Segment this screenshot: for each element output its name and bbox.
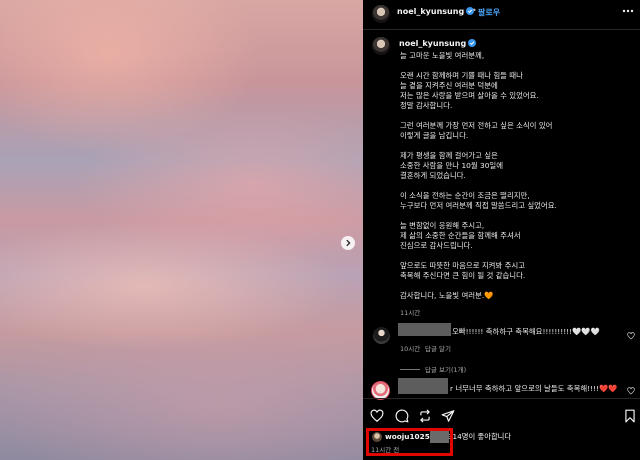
caption-line: 누구보다 먼저 여러분께 직접 말씀드리고 싶었어요. bbox=[400, 201, 557, 210]
caption-paragraph: 늘 변함없이 응원해 주시고, 제 삶의 소중한 순간들을 함께해 주셔서 진심… bbox=[400, 221, 630, 251]
caption-paragraph: 이 소식을 전하는 순간이 조금은 떨리지만, 누구보다 먼저 여러분께 직접 … bbox=[400, 191, 630, 211]
view-replies-button[interactable]: 답글 보기(1개) bbox=[425, 364, 466, 374]
red-heart-icon: ❤️❤️ bbox=[599, 384, 618, 393]
author-username[interactable]: noel_kyunsung bbox=[397, 7, 475, 16]
comment-like-heart-icon[interactable] bbox=[627, 387, 635, 395]
caption-line: 제 삶의 소중한 순간들을 함께해 주셔서 bbox=[400, 231, 521, 240]
caption-author-avatar[interactable] bbox=[372, 37, 390, 55]
caption-paragraph: 앞으로도 따뜻한 마음으로 지켜봐 주시고 축복해 주신다면 큰 힘이 될 것 … bbox=[400, 261, 630, 281]
view-replies-line bbox=[400, 369, 420, 370]
caption-line: 정말 감사합니다. bbox=[400, 101, 453, 110]
header-divider bbox=[363, 29, 640, 30]
caption-closing: 감사합니다, 노을빛 여러분.🧡 bbox=[400, 291, 630, 301]
reply-button[interactable]: 답글 달기 bbox=[425, 343, 451, 353]
caption-username-text[interactable]: noel_kyunsung bbox=[399, 39, 466, 48]
caption-paragraph: 오랜 시간 함께하며 기쁠 때나 힘들 때나 늘 곁을 지켜주신 여러분 덕분에… bbox=[400, 71, 630, 111]
caption-paragraph: 늘 고마운 노을빛 여러분께, bbox=[400, 51, 630, 61]
header-separator: • bbox=[472, 6, 477, 15]
comment-text-body: r 너무너무 축하하고 앞으로의 날들도 축복해!!!! bbox=[450, 384, 600, 393]
post-photo bbox=[0, 0, 363, 460]
bookmark-icon[interactable] bbox=[623, 409, 637, 423]
repost-icon[interactable] bbox=[418, 409, 432, 423]
caption-line: 앞으로도 따뜻한 마음으로 지켜봐 주시고 bbox=[400, 261, 525, 270]
caption-line: 진심으로 감사드립니다. bbox=[400, 241, 473, 250]
like-heart-icon[interactable] bbox=[370, 409, 384, 423]
actions-divider bbox=[363, 398, 640, 399]
caption-line: 축복해 주신다면 큰 힘이 될 것 같습니다. bbox=[400, 271, 526, 280]
orange-heart-icon: 🧡 bbox=[484, 291, 494, 300]
caption-paragraph: 제가 평생을 함께 걸어가고 싶은 소중한 사람을 만나 10월 30일에 결혼… bbox=[400, 151, 630, 181]
comment-text: 오빠!!!!!! 축하하구 축복해요!!!!!!!!!!🤍🤍🤍 bbox=[452, 327, 600, 336]
author-avatar[interactable] bbox=[372, 5, 390, 23]
chevron-right-icon bbox=[346, 239, 351, 247]
redacted-username bbox=[398, 378, 448, 394]
caption-closing-text: 감사합니다, 노을빛 여러분. bbox=[400, 291, 485, 300]
caption-username[interactable]: noel_kyunsung bbox=[399, 39, 477, 48]
send-paper-plane-icon[interactable] bbox=[441, 409, 455, 423]
caption-line: 저는 많은 사랑을 받으며 살아올 수 있었어요. bbox=[400, 91, 539, 100]
caption-line: 그런 여러분께 가장 먼저 전하고 싶은 소식이 있어 bbox=[400, 121, 553, 130]
author-username-text[interactable]: noel_kyunsung bbox=[397, 7, 464, 16]
post-side-panel: noel_kyunsung • 팔로우 noel_kyunsung 늘 고마운 … bbox=[363, 0, 640, 460]
redacted-username bbox=[398, 323, 451, 336]
comment-timestamp[interactable]: 10시간 bbox=[400, 343, 420, 353]
comment-bubble-icon[interactable] bbox=[395, 409, 409, 423]
comment-text: r 너무너무 축하하고 앞으로의 날들도 축복해!!!!❤️❤️ bbox=[450, 383, 617, 394]
caption-line: 늘 변함없이 응원해 주시고, bbox=[400, 221, 485, 230]
caption-line: 늘 고마운 노을빛 여러분께, bbox=[400, 51, 485, 60]
highlight-box bbox=[366, 428, 453, 456]
caption-line: 이렇게 글을 남깁니다. bbox=[400, 131, 469, 140]
caption-line: 이 소식을 전하는 순간이 조금은 떨리지만, bbox=[400, 191, 530, 200]
next-photo-button[interactable] bbox=[341, 236, 355, 250]
caption-line: 오랜 시간 함께하며 기쁠 때나 힘들 때나 bbox=[400, 71, 523, 80]
likes-count: 314명이 좋아합니다 bbox=[447, 432, 512, 441]
caption-line: 소중한 사람을 만나 10월 30일에 bbox=[400, 161, 504, 170]
verified-badge-icon bbox=[468, 39, 477, 47]
caption-paragraph: 그런 여러분께 가장 먼저 전하고 싶은 소식이 있어 이렇게 글을 남깁니다. bbox=[400, 121, 630, 141]
more-options-icon[interactable] bbox=[622, 7, 634, 15]
caption-line: 늘 곁을 지켜주신 여러분 덕분에 bbox=[400, 81, 498, 90]
caption-timestamp[interactable]: 11시간 bbox=[400, 307, 420, 317]
comment-like-heart-icon[interactable] bbox=[627, 332, 635, 340]
follow-button[interactable]: 팔로우 bbox=[478, 7, 500, 18]
caption-line: 결혼하게 되었습니다. bbox=[400, 171, 466, 180]
caption-line: 제가 평생을 함께 걸어가고 싶은 bbox=[400, 151, 498, 160]
commenter-avatar[interactable] bbox=[373, 327, 390, 344]
caption-text: 늘 고마운 노을빛 여러분께, 오랜 시간 함께하며 기쁠 때나 힘들 때나 늘… bbox=[400, 51, 630, 311]
